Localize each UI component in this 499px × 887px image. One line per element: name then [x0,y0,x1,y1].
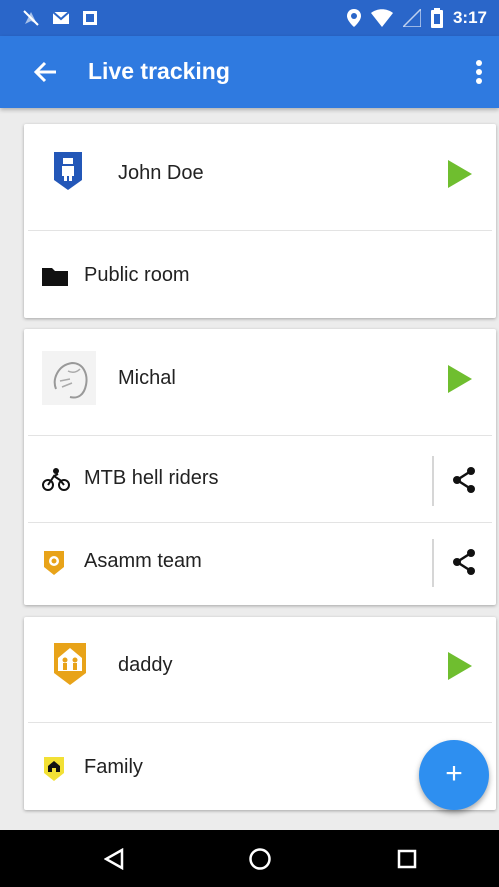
mail-icon [52,11,70,24]
team-shield-icon [44,551,64,575]
home-shield-icon [44,757,64,781]
app-bar: Live tracking [0,36,499,108]
status-time: 3:17 [452,8,487,27]
wifi-icon [370,9,393,27]
divider-vertical [432,539,434,587]
signal-icon [402,9,421,27]
person-badge-icon [54,152,82,190]
room-row[interactable]: MTB hell riders [24,436,496,522]
user-row[interactable]: daddy [24,617,496,722]
tracking-card: Michal MTB hell riders Asamm team [24,329,496,605]
system-nav-bar [0,830,499,887]
arrow-back-icon[interactable] [32,58,60,86]
user-row[interactable]: John Doe [24,124,496,230]
play-icon[interactable] [448,365,472,393]
folder-icon [42,268,68,286]
divider-vertical [432,456,434,506]
battery-icon [430,8,443,28]
back-triangle-icon[interactable] [104,848,124,870]
recents-square-icon[interactable] [397,849,417,869]
page-title: Live tracking [88,58,230,84]
photo-avatar [42,351,96,405]
tracking-card: John Doe Public room [24,124,496,318]
room-label: Asamm team [84,550,202,572]
status-right-icons: 3:17 [346,8,487,28]
add-icon: + [445,757,463,790]
room-row[interactable]: Asamm team [24,523,496,605]
add-button[interactable]: + [419,740,489,810]
location-off-icon [23,10,39,26]
status-bar: 3:17 [0,0,499,36]
room-row[interactable]: Public room [24,231,496,318]
home-circle-icon[interactable] [248,847,272,871]
status-left-icons [22,9,98,27]
family-shield-icon [54,643,86,685]
room-label: Public room [84,264,190,286]
play-icon[interactable] [448,652,472,680]
user-name: Michal [118,367,176,389]
photo-icon [83,11,97,25]
location-pin-icon [346,9,361,27]
biker-icon [42,468,70,491]
user-row[interactable]: Michal [24,329,496,435]
user-name: John Doe [118,162,204,184]
share-icon[interactable] [452,467,476,493]
play-icon[interactable] [448,160,472,188]
more-vert-icon[interactable] [473,58,485,86]
room-label: MTB hell riders [84,467,219,489]
room-label: Family [84,756,143,778]
share-icon[interactable] [452,549,476,575]
user-name: daddy [118,654,173,676]
